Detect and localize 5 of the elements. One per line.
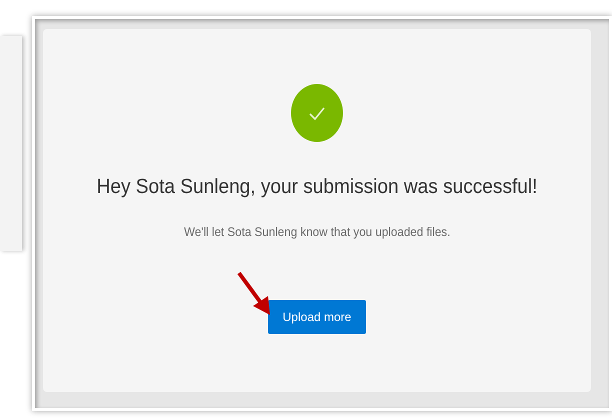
success-heading: Hey Sota Sunleng, your submission was successful!: [96, 174, 538, 200]
upload-button[interactable]: Upload more: [268, 300, 366, 334]
success-message: We'll let Sota Sunleng know that you uploaded files.: [184, 224, 450, 241]
pointer-arrow: [236, 270, 272, 316]
success-check-icon: [291, 84, 343, 142]
